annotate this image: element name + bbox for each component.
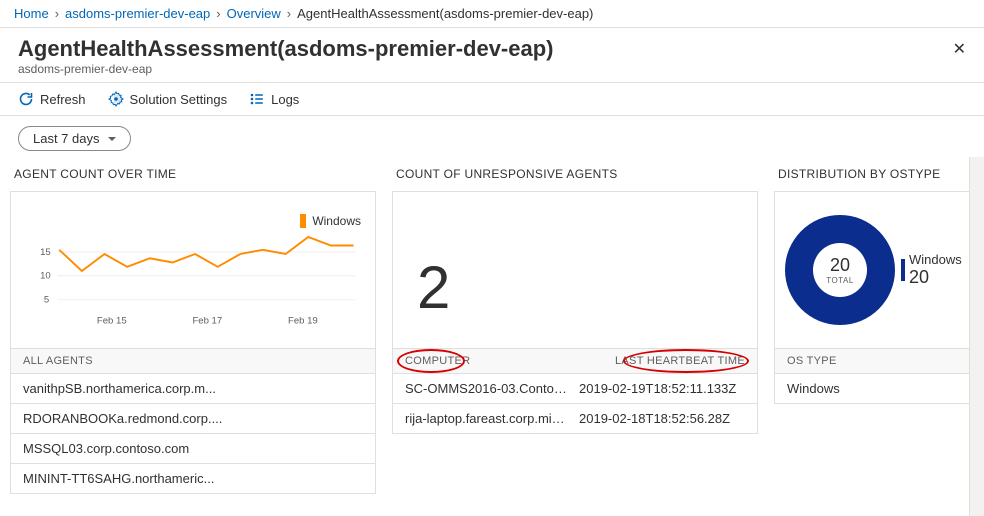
- legend-swatch-icon: [300, 214, 306, 228]
- os-type-header-label: OS TYPE: [787, 355, 961, 367]
- breadcrumb-workspace[interactable]: asdoms-premier-dev-eap: [65, 6, 210, 21]
- logs-button[interactable]: Logs: [249, 91, 299, 107]
- chevron-right-icon: ›: [55, 6, 59, 21]
- solution-settings-button[interactable]: Solution Settings: [108, 91, 228, 107]
- svg-text:5: 5: [44, 295, 49, 306]
- agent-name: MININT-TT6SAHG.northameric...: [23, 471, 363, 486]
- svg-text:Feb 15: Feb 15: [97, 316, 127, 327]
- donut-legend-value: 20: [909, 267, 962, 288]
- list-item[interactable]: Windows: [774, 374, 974, 404]
- list-item[interactable]: MININT-TT6SAHG.northameric...: [10, 464, 376, 494]
- logs-label: Logs: [271, 92, 299, 107]
- svg-text:Feb 19: Feb 19: [288, 316, 318, 327]
- agent-name: RDORANBOOKa.redmond.corp....: [23, 411, 363, 426]
- svg-text:Feb 17: Feb 17: [192, 316, 222, 327]
- os-type-value: Windows: [787, 381, 961, 396]
- legend-series-label: Windows: [312, 214, 361, 228]
- command-bar: Refresh Solution Settings Logs: [0, 83, 984, 116]
- filter-row: Last 7 days: [0, 116, 984, 161]
- distribution-donut-tile[interactable]: 20 TOTAL Windows 20: [774, 191, 974, 349]
- donut-chart: 20 TOTAL: [785, 215, 895, 325]
- scrollbar-vertical[interactable]: [969, 157, 984, 516]
- all-agents-header: ALL AGENTS: [10, 349, 376, 374]
- list-item[interactable]: vanithpSB.northamerica.corp.m...: [10, 374, 376, 404]
- computer-name: SC-OMMS2016-03.Contoso.Lo...: [405, 381, 571, 396]
- donut-center-label: TOTAL: [826, 276, 854, 285]
- col-header-computer[interactable]: COMPUTER: [405, 355, 575, 367]
- chart-legend: Windows: [300, 214, 361, 228]
- svg-text:10: 10: [40, 271, 51, 282]
- blade-header: AgentHealthAssessment(asdoms-premier-dev…: [0, 28, 984, 83]
- page-subtitle: asdoms-premier-dev-eap: [18, 62, 966, 76]
- chevron-right-icon: ›: [287, 6, 291, 21]
- tile-title-agent-count: AGENT COUNT OVER TIME: [10, 161, 376, 191]
- legend-bar-icon: [901, 259, 905, 281]
- col-header-last-heartbeat[interactable]: LAST HEARTBEAT TIME: [575, 355, 745, 367]
- tile-agent-count: AGENT COUNT OVER TIME Windows 5 10 15: [10, 161, 376, 494]
- all-agents-header-label: ALL AGENTS: [23, 355, 363, 367]
- breadcrumb-overview[interactable]: Overview: [227, 6, 281, 21]
- svg-text:15: 15: [40, 247, 51, 258]
- refresh-label: Refresh: [40, 92, 86, 107]
- agent-name: MSSQL03.corp.contoso.com: [23, 441, 363, 456]
- list-item[interactable]: rija-laptop.fareast.corp.microso... 2019-…: [392, 404, 758, 434]
- last-heartbeat-time: 2019-02-19T18:52:11.133Z: [579, 381, 745, 396]
- page-title: AgentHealthAssessment(asdoms-premier-dev…: [18, 36, 966, 62]
- unresponsive-count-value: 2: [403, 202, 747, 318]
- agent-name: vanithpSB.northamerica.corp.m...: [23, 381, 363, 396]
- donut-center-value: 20: [830, 255, 850, 276]
- unresponsive-list-header: COMPUTER LAST HEARTBEAT TIME: [392, 349, 758, 374]
- list-item[interactable]: MSSQL03.corp.contoso.com: [10, 434, 376, 464]
- tile-title-distribution: DISTRIBUTION BY OSTYPE: [774, 161, 974, 191]
- gear-icon: [108, 91, 124, 107]
- os-type-header: OS TYPE: [774, 349, 974, 374]
- donut-legend: Windows 20: [901, 252, 962, 288]
- close-icon: ✕: [953, 41, 966, 58]
- last-heartbeat-time: 2019-02-18T18:52:56.28Z: [579, 411, 745, 426]
- refresh-button[interactable]: Refresh: [18, 91, 86, 107]
- close-button[interactable]: ✕: [953, 42, 966, 58]
- time-range-filter[interactable]: Last 7 days: [18, 126, 131, 151]
- list-item[interactable]: SC-OMMS2016-03.Contoso.Lo... 2019-02-19T1…: [392, 374, 758, 404]
- time-range-label: Last 7 days: [33, 131, 100, 146]
- tile-title-unresponsive: COUNT OF UNRESPONSIVE AGENTS: [392, 161, 758, 191]
- unresponsive-count-tile[interactable]: 2: [392, 191, 758, 349]
- logs-icon: [249, 91, 265, 107]
- agent-count-chart[interactable]: Windows 5 10 15 Feb 15 Feb 17: [10, 191, 376, 349]
- chevron-right-icon: ›: [216, 6, 220, 21]
- tile-distribution: DISTRIBUTION BY OSTYPE 20 TOTAL Windows …: [774, 161, 974, 494]
- computer-name: rija-laptop.fareast.corp.microso...: [405, 411, 571, 426]
- tile-unresponsive: COUNT OF UNRESPONSIVE AGENTS 2 COMPUTER …: [392, 161, 758, 494]
- refresh-icon: [18, 91, 34, 107]
- list-item[interactable]: RDORANBOOKa.redmond.corp....: [10, 404, 376, 434]
- donut-legend-label: Windows: [909, 252, 962, 267]
- solution-settings-label: Solution Settings: [130, 92, 228, 107]
- breadcrumb-home[interactable]: Home: [14, 6, 49, 21]
- breadcrumb: Home › asdoms-premier-dev-eap › Overview…: [0, 0, 984, 28]
- breadcrumb-current: AgentHealthAssessment(asdoms-premier-dev…: [297, 6, 593, 21]
